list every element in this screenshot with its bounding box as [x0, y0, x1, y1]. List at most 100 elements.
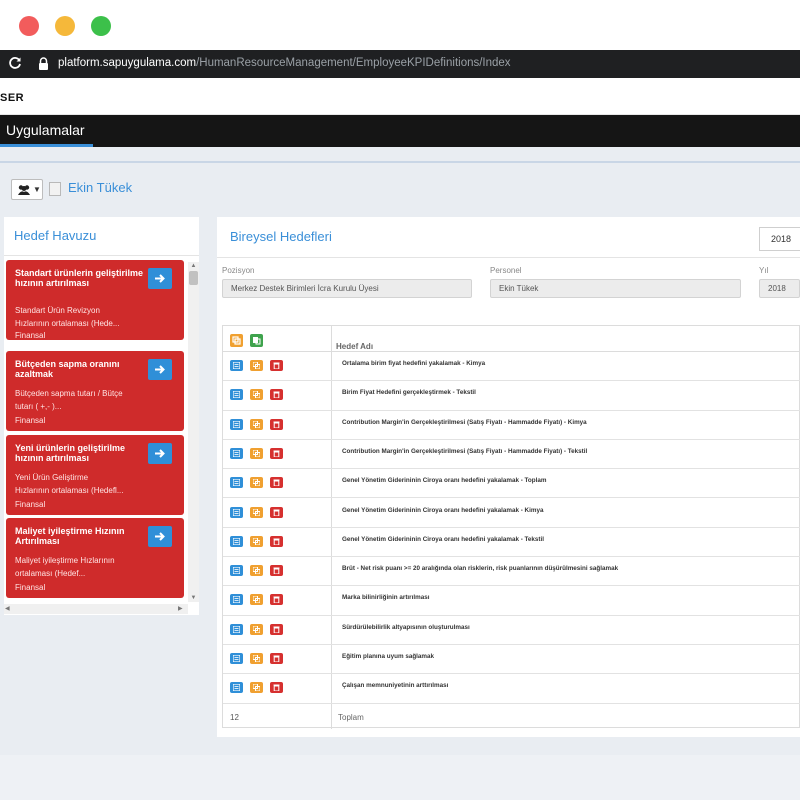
year-select-value: 2018	[771, 234, 792, 244]
view-button[interactable]	[230, 477, 243, 489]
copy-button[interactable]	[250, 594, 263, 606]
year-field: 2018	[759, 279, 800, 298]
delete-button[interactable]	[270, 360, 283, 371]
copy-button[interactable]	[250, 389, 263, 401]
delete-button[interactable]	[270, 594, 283, 606]
view-button[interactable]	[230, 623, 243, 635]
goal-card[interactable]: Yeni ürünlerin geliştirilme hızının artı…	[6, 435, 184, 515]
goal-card[interactable]: Standart ürünlerin geliştirilme hızının …	[6, 260, 184, 340]
list-icon	[233, 508, 240, 516]
goal-card-title: Yeni ürünlerin geliştirilme hızının artı…	[15, 443, 126, 463]
add-goal-button[interactable]	[148, 359, 172, 380]
goal-name: Sürdürülebilirlik altyapısının oluşturul…	[342, 623, 470, 631]
scroll-thumb[interactable]	[189, 271, 198, 285]
reload-icon[interactable]	[8, 56, 22, 70]
delete-button[interactable]	[270, 565, 283, 577]
add-goal-button[interactable]	[148, 268, 172, 289]
goal-card-title: Standart ürünlerin geliştirilme hızının …	[15, 268, 144, 288]
view-button[interactable]	[230, 535, 243, 547]
trash-icon	[273, 509, 280, 516]
copy-all-button[interactable]	[230, 334, 243, 347]
delete-button[interactable]	[270, 653, 283, 664]
view-button[interactable]	[230, 447, 243, 459]
table-header: Hedef Adı	[223, 326, 800, 352]
delete-button[interactable]	[270, 506, 283, 518]
url-text[interactable]: platform.sapuygulama.com/HumanResourceMa…	[58, 57, 511, 69]
view-button[interactable]	[230, 682, 243, 694]
delete-button[interactable]	[270, 389, 283, 401]
delete-button[interactable]	[270, 623, 283, 635]
trash-icon	[273, 655, 280, 662]
copy-button[interactable]	[250, 360, 263, 371]
copy-button[interactable]	[250, 565, 263, 577]
list-icon	[233, 479, 240, 487]
goal-name: Genel Yönetim Giderininin Ciroya oranı h…	[342, 477, 547, 485]
goal-name: Genel Yönetim Giderininin Ciroya oranı h…	[342, 506, 544, 514]
view-button[interactable]	[230, 418, 243, 430]
list-icon	[233, 391, 240, 399]
goal-name: Birim Fiyat Hedefini gerçekleştirmek - T…	[342, 389, 476, 397]
minimize-window-button[interactable]	[55, 16, 75, 36]
table-footer: 12 Toplam	[223, 705, 800, 729]
table-row: Genel Yönetim Giderininin Ciroya oranı h…	[223, 499, 800, 528]
brand-logo: SER	[0, 92, 25, 104]
copy-button[interactable]	[250, 653, 263, 664]
scroll-left-icon[interactable]: ◀	[5, 604, 10, 614]
scroll-right-icon[interactable]: ▶	[178, 604, 183, 614]
trash-icon	[273, 567, 280, 575]
delete-button[interactable]	[270, 477, 283, 489]
year-select[interactable]: 2018	[759, 227, 800, 251]
delete-button[interactable]	[270, 447, 283, 459]
view-button[interactable]	[230, 389, 243, 401]
scroll-down-icon[interactable]: ▼	[188, 594, 199, 602]
view-button[interactable]	[230, 565, 243, 577]
delete-button[interactable]	[270, 535, 283, 547]
goal-name: Çalışan memnuniyetinin arttırılması	[342, 682, 449, 690]
goal-card[interactable]: Maliyet iyileştirme Hızının Artırılması …	[6, 518, 184, 598]
scroll-up-icon[interactable]: ▲	[188, 262, 199, 270]
address-bar[interactable]: platform.sapuygulama.com/HumanResourceMa…	[0, 50, 800, 78]
copy-button[interactable]	[250, 418, 263, 430]
copy-button[interactable]	[250, 682, 263, 694]
goals-table: Hedef Adı Ortalama birim fiyat hedefini …	[222, 325, 800, 729]
copy-icon	[253, 537, 260, 545]
list-icon	[233, 420, 240, 428]
table-row: Contribution Margin'in Gerçekleştirilmes…	[223, 411, 800, 440]
vertical-scrollbar[interactable]: ▲ ▼	[188, 262, 199, 602]
copy-button[interactable]	[250, 506, 263, 518]
table-row: Contribution Margin'in Gerçekleştirilmes…	[223, 440, 800, 470]
copy-button[interactable]	[250, 535, 263, 547]
list-icon	[233, 567, 240, 575]
personnel-label: Personel	[490, 266, 522, 275]
goal-card-desc: Standart Ürün Revizyon Hızlarının ortalam…	[15, 306, 120, 328]
total-label: Toplam	[338, 713, 364, 722]
close-window-button[interactable]	[19, 16, 39, 36]
goal-pool-panel: Hedef Havuzu Standart ürünlerin geliştir…	[4, 217, 199, 615]
view-button[interactable]	[230, 506, 243, 518]
export-button[interactable]	[250, 334, 263, 347]
copy-icon	[253, 508, 260, 516]
list-icon	[233, 625, 240, 633]
tab-uygulamalar[interactable]: Uygulamalar	[6, 122, 85, 138]
copy-icon	[253, 391, 260, 399]
delete-button[interactable]	[270, 682, 283, 694]
add-goal-button[interactable]	[148, 443, 172, 464]
list-icon	[233, 537, 240, 545]
copy-icon	[253, 596, 260, 604]
copy-button[interactable]	[250, 447, 263, 459]
view-button[interactable]	[230, 360, 243, 371]
maximize-window-button[interactable]	[91, 16, 111, 36]
user-menu-button[interactable]: ▼	[11, 179, 43, 200]
copy-button[interactable]	[250, 477, 263, 489]
horizontal-scrollbar[interactable]: ◀ ▶	[4, 604, 188, 614]
copy-button[interactable]	[250, 623, 263, 635]
user-name-link[interactable]: Ekin Tükek	[68, 180, 132, 195]
view-button[interactable]	[230, 653, 243, 664]
goal-card[interactable]: Bütçeden sapma oranını azaltmak Bütçeden…	[6, 351, 184, 431]
view-button[interactable]	[230, 594, 243, 606]
goal-card-category: Finansal	[15, 500, 46, 509]
add-goal-button[interactable]	[148, 526, 172, 547]
delete-button[interactable]	[270, 418, 283, 430]
arrow-right-icon	[155, 365, 165, 374]
list-icon	[233, 362, 240, 369]
